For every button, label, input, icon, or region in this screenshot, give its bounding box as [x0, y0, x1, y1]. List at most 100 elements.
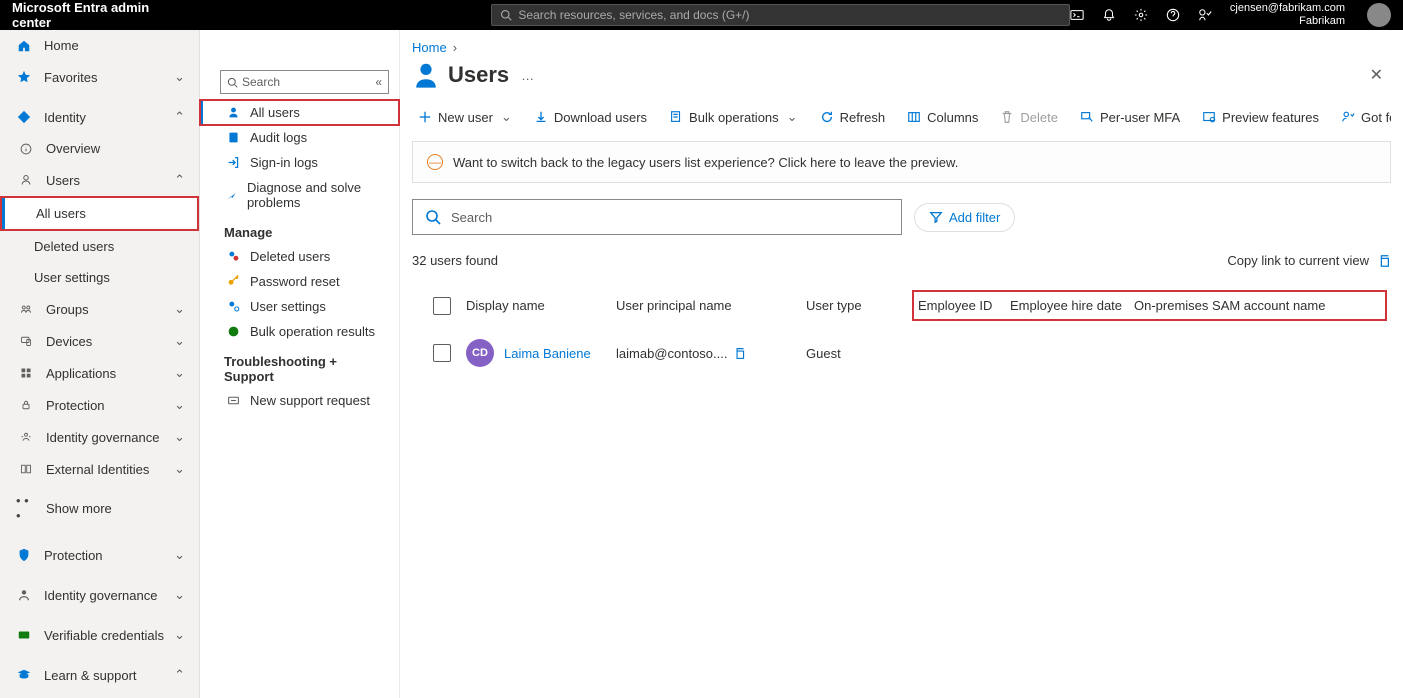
download-icon: [534, 110, 548, 124]
copy-upn-button[interactable]: [733, 347, 746, 360]
got-feedback-button[interactable]: Got feedback: [1341, 110, 1391, 125]
users-icon: [412, 61, 440, 89]
bulk-operations-button[interactable]: Bulk operations ⌄: [669, 109, 798, 125]
star-icon: [14, 70, 34, 84]
command-bar: New user ⌄ Download users Bulk operation…: [412, 109, 1391, 125]
sidebar-item-protection-section[interactable]: Protection ⌄: [0, 539, 199, 571]
columns-button[interactable]: Columns: [907, 110, 978, 125]
feedback-icon[interactable]: [1198, 8, 1212, 22]
sidebar-highlight-all-users: All users: [0, 196, 199, 231]
resource-search-input[interactable]: Search «: [220, 70, 389, 94]
resource-search-placeholder: Search: [242, 75, 280, 89]
subnav-label: All users: [250, 105, 300, 120]
sidebar-item-favorites[interactable]: Favorites ⌄: [0, 61, 199, 93]
sidebar-item-external-identities[interactable]: External Identities ⌄: [0, 453, 199, 485]
subnav-label: Deleted users: [250, 249, 330, 264]
sidebar-item-devices[interactable]: Devices ⌄: [0, 325, 199, 357]
column-header-hire-date[interactable]: Employee hire date: [1010, 298, 1134, 313]
settings-icon[interactable]: [1134, 8, 1148, 22]
close-blade-button[interactable]: ✕: [1370, 65, 1391, 85]
sidebar-label: Home: [44, 38, 79, 53]
subnav-item-password-reset[interactable]: Password reset: [200, 269, 399, 294]
subnav-label: New support request: [250, 393, 370, 408]
sidebar-item-groups[interactable]: Groups ⌄: [0, 293, 199, 325]
add-filter-button[interactable]: Add filter: [914, 203, 1015, 232]
refresh-button[interactable]: Refresh: [820, 110, 886, 125]
per-user-mfa-button[interactable]: Per-user MFA: [1080, 110, 1180, 125]
sidebar-item-protection[interactable]: Protection ⌄: [0, 389, 199, 421]
users-found-count: 32 users found: [412, 253, 498, 268]
new-user-button[interactable]: New user ⌄: [418, 109, 512, 125]
sidebar-item-learn-support[interactable]: Learn & support ⌃: [0, 659, 199, 691]
filter-row: Search Add filter: [412, 199, 1391, 235]
select-all-checkbox[interactable]: [418, 297, 466, 315]
account-info[interactable]: cjensen@fabrikam.com Fabrikam: [1230, 2, 1345, 28]
breadcrumb-home[interactable]: Home: [412, 40, 447, 55]
column-header-sam-account[interactable]: On-premises SAM account name: [1134, 298, 1381, 313]
sidebar-item-identity[interactable]: Identity ⌃: [0, 101, 199, 133]
account-avatar-icon[interactable]: [1367, 3, 1391, 27]
subnav-item-user-settings[interactable]: User settings: [200, 294, 399, 319]
button-label: Add filter: [949, 210, 1000, 225]
user-display-name-link[interactable]: Laima Baniene: [504, 346, 591, 361]
banner-text: Want to switch back to the legacy users …: [453, 155, 958, 170]
subnav-label: User settings: [250, 299, 326, 314]
sidebar-item-user-settings[interactable]: User settings: [0, 262, 199, 293]
subnav-item-audit-logs[interactable]: Audit logs: [200, 125, 399, 150]
account-email: cjensen@fabrikam.com: [1230, 2, 1345, 15]
subnav-item-diagnose[interactable]: Diagnose and solve problems: [200, 175, 399, 215]
sidebar-item-home[interactable]: Home: [0, 30, 199, 61]
preview-icon: [1202, 110, 1216, 124]
button-label: Per-user MFA: [1100, 110, 1180, 125]
copy-link-button[interactable]: Copy link to current view: [1227, 253, 1391, 268]
sidebar-label: Identity governance: [44, 588, 157, 603]
info-icon: [16, 143, 36, 155]
sidebar-item-overview[interactable]: Overview: [0, 133, 199, 164]
preview-features-button[interactable]: Preview features: [1202, 110, 1319, 125]
user-search-input[interactable]: Search: [412, 199, 902, 235]
sidebar-item-users[interactable]: Users ⌃: [0, 164, 199, 196]
sidebar-item-verifiable-credentials[interactable]: Verifiable credentials ⌄: [0, 619, 199, 651]
sidebar-item-all-users[interactable]: All users: [2, 198, 197, 229]
row-checkbox[interactable]: [418, 344, 466, 362]
subnav-item-deleted-users[interactable]: Deleted users: [200, 244, 399, 269]
primary-sidebar: Home Favorites ⌄ Identity ⌃ Overview Use…: [0, 30, 200, 698]
download-users-button[interactable]: Download users: [534, 110, 647, 125]
subnav-item-new-support-request[interactable]: New support request: [200, 388, 399, 413]
chevron-up-icon: ⌃: [174, 109, 185, 125]
sidebar-item-show-more[interactable]: • • • Show more: [0, 485, 199, 531]
search-icon: [425, 209, 441, 225]
column-header-upn[interactable]: User principal name: [616, 298, 806, 313]
cloud-shell-icon[interactable]: [1070, 8, 1084, 22]
column-header-employee-id[interactable]: Employee ID: [918, 298, 1010, 313]
chevron-right-icon: ›: [453, 40, 457, 55]
sidebar-item-deleted-users[interactable]: Deleted users: [0, 231, 199, 262]
sidebar-item-identity-governance[interactable]: Identity governance ⌄: [0, 421, 199, 453]
copy-link-label: Copy link to current view: [1227, 253, 1369, 268]
page-header: Users … ✕: [412, 61, 1391, 89]
sidebar-item-identity-governance-section[interactable]: Identity governance ⌄: [0, 579, 199, 611]
chevron-down-icon: ⌄: [174, 587, 185, 603]
help-icon[interactable]: [1166, 8, 1180, 22]
diagnose-icon: [224, 189, 239, 202]
subnav-item-all-users[interactable]: All users: [200, 100, 399, 125]
column-header-user-type[interactable]: User type: [806, 298, 914, 313]
notifications-icon[interactable]: [1102, 8, 1116, 22]
legacy-preview-banner[interactable]: — Want to switch back to the legacy user…: [412, 141, 1391, 183]
users-table: Display name User principal name User ty…: [412, 282, 1391, 377]
sidebar-item-applications[interactable]: Applications ⌄: [0, 357, 199, 389]
column-header-display-name[interactable]: Display name: [466, 298, 616, 313]
collapse-icon[interactable]: «: [375, 75, 382, 89]
table-row[interactable]: CD Laima Baniene laimab@contoso.... Gues…: [412, 329, 1391, 377]
sidebar-label: Show more: [46, 501, 112, 516]
more-icon[interactable]: …: [521, 68, 534, 83]
chevron-up-icon: ⌃: [174, 172, 185, 188]
person-icon: [224, 106, 242, 119]
global-search-input[interactable]: Search resources, services, and docs (G+…: [491, 4, 1070, 26]
sidebar-label: User settings: [34, 270, 110, 285]
subnav-item-signin-logs[interactable]: Sign-in logs: [200, 150, 399, 175]
apps-icon: [16, 367, 36, 379]
subnav-item-bulk-results[interactable]: Bulk operation results: [200, 319, 399, 344]
sidebar-label: Devices: [46, 334, 92, 349]
bulk-icon: [669, 110, 683, 124]
